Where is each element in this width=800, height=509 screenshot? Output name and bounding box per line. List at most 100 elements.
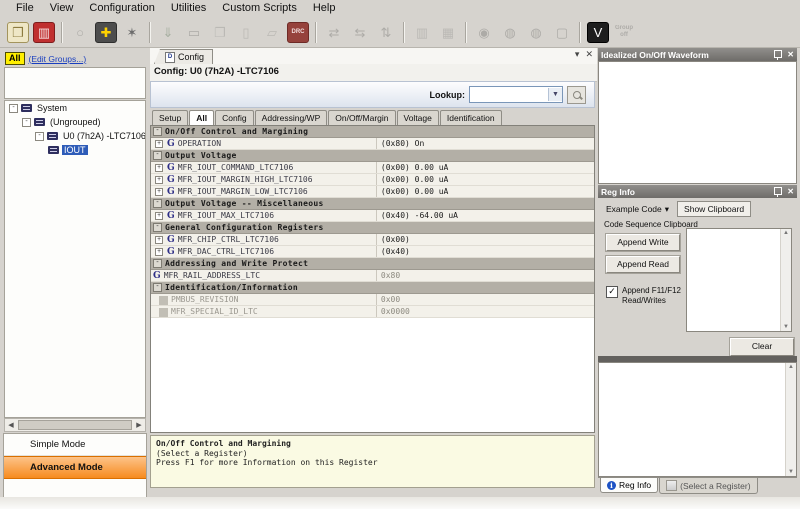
pc-to-ram-icon[interactable]: ⇄ bbox=[321, 20, 347, 45]
tree-collapse-icon[interactable]: - bbox=[9, 104, 18, 113]
register-row-mfr-dac-ctrl-ltc7106[interactable]: +GMFR_DAC_CTRL_LTC7106(0x40) bbox=[151, 246, 594, 258]
add-device-icon[interactable]: ✚ bbox=[95, 22, 117, 43]
lookup-combobox[interactable]: ▼ bbox=[469, 86, 563, 103]
tree-item-u0-7h2a-ltc7106[interactable]: -U0 (7h2A) -LTC7106 bbox=[5, 129, 145, 143]
drc-icon[interactable]: DRC bbox=[287, 22, 309, 43]
tab-setup[interactable]: Setup bbox=[152, 110, 188, 125]
store-ram-icon[interactable]: ▭ bbox=[181, 20, 207, 45]
ram-to-nvm-icon[interactable]: ⇅ bbox=[373, 20, 399, 45]
detail-scrollbar[interactable]: ▲▼ bbox=[785, 363, 796, 476]
section-header-output-voltage[interactable]: -Output Voltage bbox=[151, 150, 594, 162]
scroll-left-icon[interactable]: ◀ bbox=[5, 421, 17, 429]
clear-button[interactable]: Clear bbox=[730, 338, 794, 356]
close-icon[interactable]: ✕ bbox=[585, 49, 593, 60]
simple-mode-item[interactable]: Simple Mode bbox=[4, 434, 146, 456]
menu-utilities[interactable]: Utilities bbox=[163, 1, 214, 16]
paste-icon[interactable]: ▱ bbox=[259, 20, 285, 45]
scroll-down-icon[interactable]: ▼ bbox=[788, 469, 794, 475]
tab-voltage[interactable]: Voltage bbox=[397, 110, 439, 125]
close-icon[interactable]: ✕ bbox=[787, 187, 794, 196]
register-row-mfr-iout-max-ltc7106[interactable]: +GMFR_IOUT_MAX_LTC7106(0x40) -64.00 uA bbox=[151, 210, 594, 222]
scroll-up-icon[interactable]: ▲ bbox=[783, 230, 789, 236]
telemetry-plot-2-icon[interactable]: ◍ bbox=[523, 20, 549, 45]
all-filter-badge[interactable]: All bbox=[5, 52, 25, 65]
config-document-tab[interactable]: D Config bbox=[154, 49, 213, 64]
section-collapse-icon[interactable]: - bbox=[153, 151, 162, 160]
telemetry-plot-icon[interactable]: ◍ bbox=[497, 20, 523, 45]
section-collapse-icon[interactable]: - bbox=[153, 259, 162, 268]
section-collapse-icon[interactable]: - bbox=[153, 127, 162, 136]
tree-horizontal-scrollbar[interactable]: ◀ ▶ bbox=[4, 418, 146, 432]
section-collapse-icon[interactable]: - bbox=[153, 283, 162, 292]
tree-collapse-icon[interactable]: - bbox=[22, 118, 31, 127]
group-off-icon[interactable]: Group off bbox=[611, 20, 637, 45]
scroll-thumb[interactable] bbox=[18, 420, 132, 430]
menu-view[interactable]: View bbox=[42, 1, 82, 16]
verify-icon[interactable]: V bbox=[587, 22, 609, 43]
section-collapse-icon[interactable]: - bbox=[153, 199, 162, 208]
dc-power-icon[interactable]: ▦ bbox=[435, 20, 461, 45]
expand-icon[interactable]: + bbox=[155, 176, 163, 184]
pin-icon[interactable] bbox=[774, 50, 782, 58]
save-icon[interactable]: ▥ bbox=[33, 22, 55, 43]
close-icon[interactable]: ✕ bbox=[787, 50, 794, 59]
register-row-mfr-chip-ctrl-ltc7106[interactable]: +GMFR_CHIP_CTRL_LTC7106(0x00) bbox=[151, 234, 594, 246]
tab-reg-info[interactable]: iReg Info bbox=[600, 478, 658, 493]
expand-icon[interactable]: + bbox=[155, 164, 163, 172]
go-icon[interactable]: ◉ bbox=[471, 20, 497, 45]
append-write-button[interactable]: Append Write bbox=[606, 234, 680, 251]
copy-icon[interactable]: ❐ bbox=[207, 20, 233, 45]
example-code-dropdown[interactable]: Example Code ▾ bbox=[602, 202, 673, 217]
expand-icon[interactable]: + bbox=[155, 248, 163, 256]
tab-all[interactable]: All bbox=[189, 110, 214, 126]
expand-icon[interactable]: + bbox=[155, 212, 163, 220]
open-file-icon[interactable]: ❒ bbox=[7, 22, 29, 43]
clipboard-scrollbar[interactable]: ▲▼ bbox=[780, 229, 791, 331]
clipboard-textarea[interactable]: ▲▼ bbox=[686, 228, 792, 332]
tree-collapse-icon[interactable]: - bbox=[35, 132, 44, 141]
tree-item-ungrouped[interactable]: -(Ungrouped) bbox=[5, 115, 145, 129]
fault-log-icon[interactable]: ▢ bbox=[549, 20, 575, 45]
register-row-mfr-iout-margin-low-ltc7106[interactable]: +GMFR_IOUT_MARGIN_LOW_LTC7106(0x00) 0.00… bbox=[151, 186, 594, 198]
ram-to-pc-icon[interactable]: ⇆ bbox=[347, 20, 373, 45]
advanced-mode-item[interactable]: Advanced Mode bbox=[4, 456, 146, 479]
program-device-icon[interactable]: ⇓ bbox=[155, 20, 181, 45]
wizard-icon[interactable]: ✶ bbox=[119, 20, 145, 45]
scope-icon[interactable]: ▥ bbox=[409, 20, 435, 45]
section-header-general-configuration-registers[interactable]: -General Configuration Registers bbox=[151, 222, 594, 234]
register-row-mfr-iout-command-ltc7106[interactable]: +GMFR_IOUT_COMMAND_LTC7106(0x00) 0.00 uA bbox=[151, 162, 594, 174]
register-row-mfr-rail-address-ltc[interactable]: GMFR_RAIL_ADDRESS_LTC0x80 bbox=[151, 270, 594, 282]
section-header-addressing-and-write-protect[interactable]: -Addressing and Write Protect bbox=[151, 258, 594, 270]
tab-config[interactable]: Config bbox=[215, 110, 254, 125]
append-f11-f12-checkbox[interactable]: ✓ bbox=[606, 286, 618, 298]
tree-item-iout[interactable]: IOUT bbox=[5, 143, 145, 157]
register-row-mfr-special-id-ltc[interactable]: MFR_SPECIAL_ID_LTC0x0000 bbox=[151, 306, 594, 318]
menu-file[interactable]: File bbox=[8, 1, 42, 16]
find-icon[interactable]: ○ bbox=[67, 20, 93, 45]
tab-on-off-margin[interactable]: On/Off/Margin bbox=[328, 110, 395, 125]
menu-configuration[interactable]: Configuration bbox=[81, 1, 162, 16]
append-read-button[interactable]: Append Read bbox=[606, 256, 680, 273]
chevron-down-icon[interactable]: ▼ bbox=[548, 88, 562, 101]
tab-select-a-register[interactable]: (Select a Register) bbox=[659, 478, 757, 494]
expand-icon[interactable]: + bbox=[155, 188, 163, 196]
lookup-search-button[interactable] bbox=[567, 86, 586, 104]
section-header-on-off-control-and-margining[interactable]: -On/Off Control and Margining bbox=[151, 126, 594, 138]
tab-identification[interactable]: Identification bbox=[440, 110, 502, 125]
section-header-identification-information[interactable]: -Identification/Information bbox=[151, 282, 594, 294]
expand-icon[interactable]: + bbox=[155, 236, 163, 244]
menu-custom-scripts[interactable]: Custom Scripts bbox=[214, 1, 305, 16]
dock-menu-icon[interactable]: ▾ bbox=[575, 49, 580, 60]
clipboard-icon[interactable]: ▯ bbox=[233, 20, 259, 45]
register-row-operation[interactable]: +GOPERATION(0x80) On bbox=[151, 138, 594, 150]
register-row-mfr-iout-margin-high-ltc7106[interactable]: +GMFR_IOUT_MARGIN_HIGH_LTC7106(0x00) 0.0… bbox=[151, 174, 594, 186]
edit-groups-link[interactable]: (Edit Groups...) bbox=[29, 54, 87, 64]
scroll-right-icon[interactable]: ▶ bbox=[133, 421, 145, 429]
section-collapse-icon[interactable]: - bbox=[153, 223, 162, 232]
menu-help[interactable]: Help bbox=[305, 1, 344, 16]
expand-icon[interactable]: + bbox=[155, 140, 163, 148]
show-clipboard-button[interactable]: Show Clipboard bbox=[677, 201, 751, 217]
tab-addressing-wp[interactable]: Addressing/WP bbox=[255, 110, 328, 125]
scroll-up-icon[interactable]: ▲ bbox=[788, 364, 794, 370]
scroll-down-icon[interactable]: ▼ bbox=[783, 324, 789, 330]
